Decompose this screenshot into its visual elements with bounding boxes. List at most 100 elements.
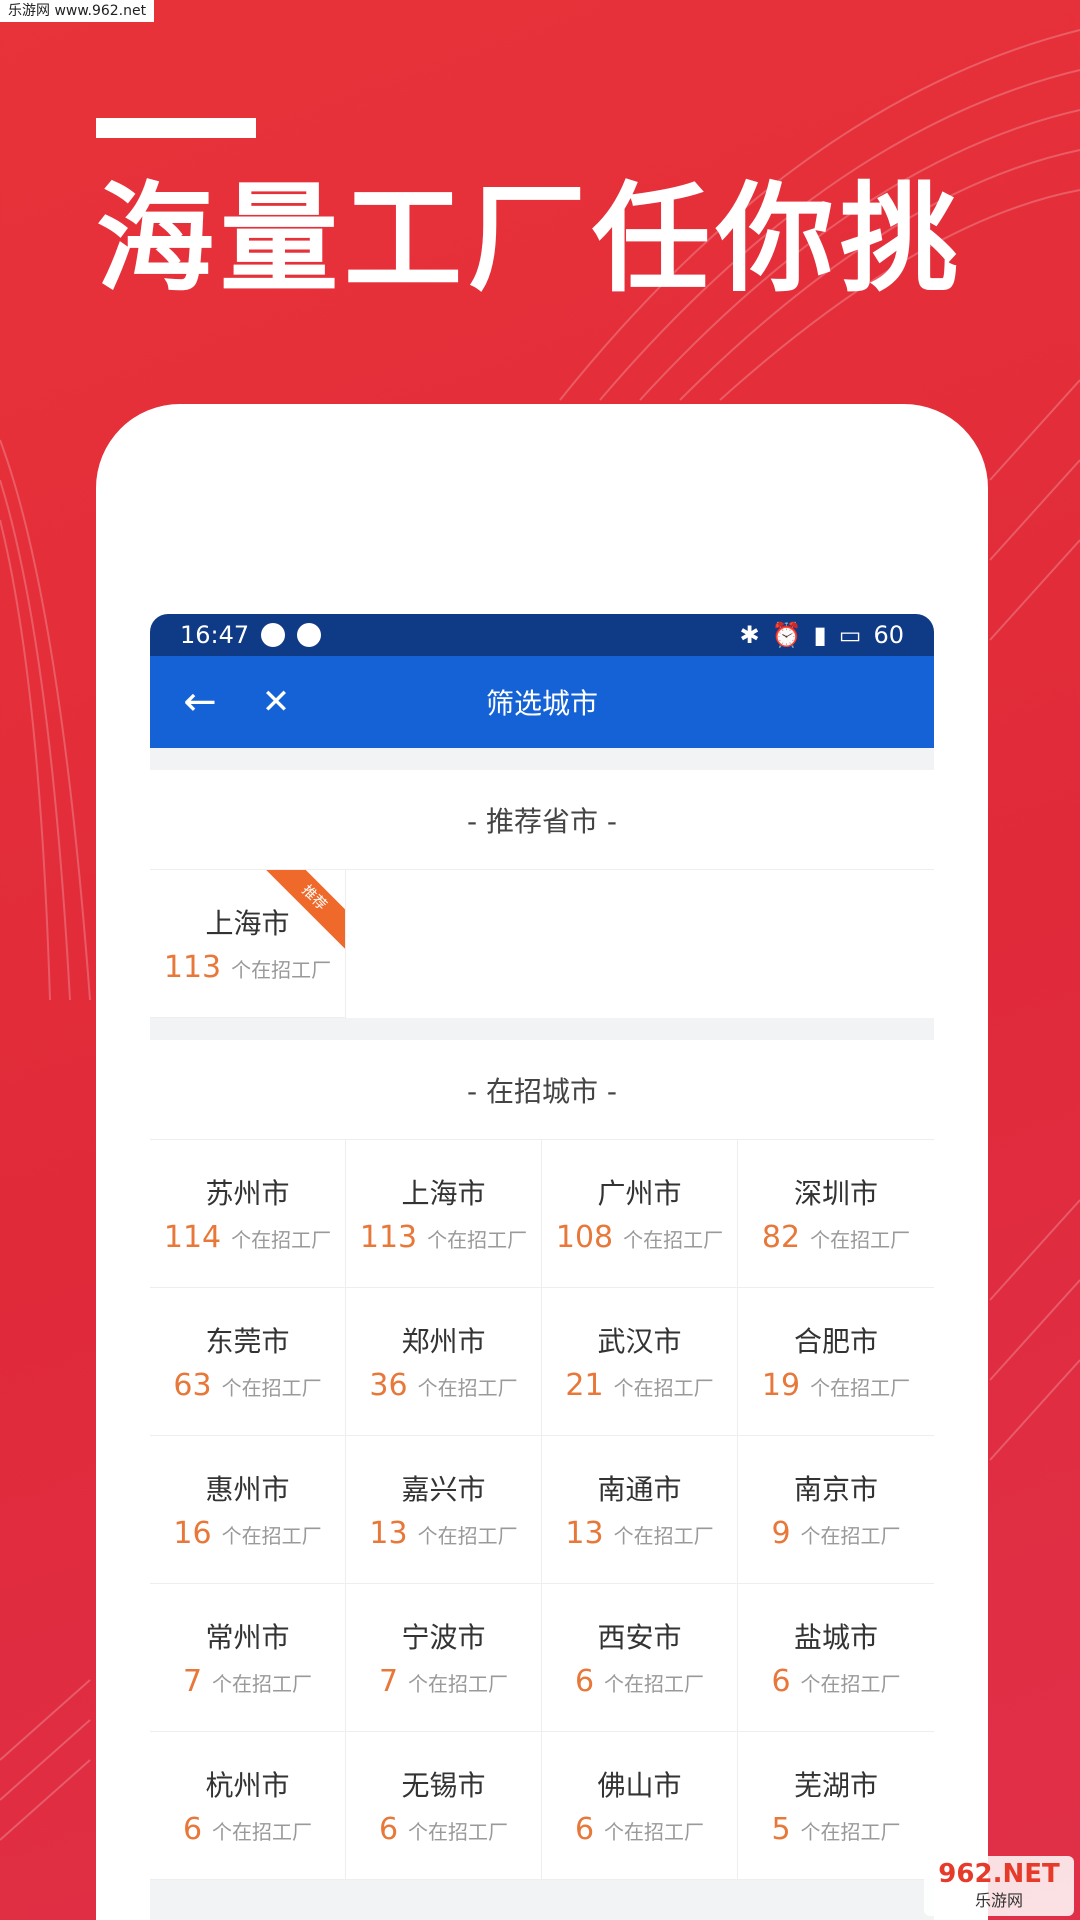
- city-cell[interactable]: 苏州市 114 个在招工厂: [150, 1140, 346, 1288]
- city-name: 南京市: [793, 1473, 878, 1506]
- city-cell[interactable]: 西安市 6 个在招工厂: [542, 1584, 738, 1732]
- bluetooth-icon: ✱: [739, 621, 760, 649]
- city-cell[interactable]: 南通市 13 个在招工厂: [542, 1436, 738, 1584]
- city-cell[interactable]: 东莞市 63 个在招工厂: [150, 1288, 346, 1436]
- factory-count-label: 个在招工厂: [613, 1524, 714, 1548]
- city-name: 武汉市: [597, 1325, 682, 1358]
- factory-count-label: 个在招工厂: [427, 1228, 528, 1252]
- factory-count: 9: [771, 1516, 791, 1551]
- factory-count: 7: [182, 1664, 203, 1699]
- city-name: 广州市: [597, 1177, 682, 1210]
- factory-count-label: 个在招工厂: [221, 1524, 322, 1548]
- factory-count-label: 个在招工厂: [810, 1376, 911, 1400]
- watermark-brand: 962.NET: [938, 1859, 1060, 1889]
- factory-count: 113: [163, 950, 222, 985]
- factory-count: 13: [565, 1516, 604, 1551]
- battery-level: 60: [873, 621, 904, 649]
- city-cell[interactable]: 常州市 7 个在招工厂: [150, 1584, 346, 1732]
- city-cell[interactable]: 合肥市 19 个在招工厂: [738, 1288, 934, 1436]
- status-time: 16:47: [180, 621, 250, 649]
- factory-count-label: 个在招工厂: [221, 1376, 322, 1400]
- factory-count-label: 个在招工厂: [417, 1524, 518, 1548]
- recommended-section: - 推荐省市 - 推荐 上海市 113 个在招工厂: [150, 770, 934, 1018]
- city-name: 上海市: [205, 907, 290, 940]
- factory-count-label: 个在招工厂: [231, 1228, 332, 1252]
- city-cell[interactable]: 宁波市 7 个在招工厂: [346, 1584, 542, 1732]
- factory-count: 108: [555, 1220, 614, 1255]
- factory-count-label: 个在招工厂: [800, 1820, 901, 1844]
- city-cell[interactable]: 无锡市 6 个在招工厂: [346, 1732, 542, 1880]
- city-name: 南通市: [597, 1473, 682, 1506]
- city-cell[interactable]: 上海市 113 个在招工厂: [346, 1140, 542, 1288]
- watermark-bottom: 962.NET 乐游网: [924, 1856, 1074, 1916]
- factory-count-label: 个在招工厂: [417, 1376, 518, 1400]
- factory-count: 5: [771, 1812, 791, 1847]
- factory-count: 19: [761, 1368, 801, 1403]
- headline: 海量工厂任你挑: [96, 170, 965, 308]
- hiring-grid: 苏州市 114 个在招工厂 上海市 113 个在招工厂 广州市 108 个在招工厂 深圳市 82 个在…: [150, 1140, 934, 1880]
- city-name: 佛山市: [597, 1769, 682, 1802]
- city-name: 杭州市: [205, 1769, 290, 1802]
- city-name: 上海市: [401, 1177, 486, 1210]
- city-name: 深圳市: [793, 1177, 878, 1210]
- app-bar: ← ✕ 筛选城市: [150, 656, 934, 748]
- close-icon[interactable]: ✕: [246, 672, 306, 732]
- factory-count-label: 个在招工厂: [604, 1672, 705, 1696]
- factory-count-label: 个在招工厂: [800, 1672, 901, 1696]
- factory-count-label: 个在招工厂: [408, 1820, 509, 1844]
- status-bar: 16:47 ✱ ⏰ ▮ ▭ 60: [150, 614, 934, 656]
- city-cell[interactable]: 惠州市 16 个在招工厂: [150, 1436, 346, 1584]
- factory-count-label: 个在招工厂: [604, 1820, 705, 1844]
- city-name: 郑州市: [401, 1325, 486, 1358]
- city-name: 西安市: [597, 1621, 682, 1654]
- watermark-top: 乐游网 www.962.net: [0, 0, 155, 22]
- factory-count-label: 个在招工厂: [613, 1376, 714, 1400]
- factory-count-label: 个在招工厂: [212, 1672, 313, 1696]
- city-cell[interactable]: 盐城市 6 个在招工厂: [738, 1584, 934, 1732]
- city-name: 合肥市: [793, 1325, 878, 1358]
- factory-count: 6: [574, 1812, 595, 1847]
- factory-count: 6: [182, 1812, 203, 1847]
- back-arrow-icon[interactable]: ←: [170, 672, 230, 732]
- factory-count: 21: [565, 1368, 604, 1403]
- chat-icon: [261, 623, 286, 647]
- factory-count: 63: [173, 1368, 212, 1403]
- headline-accent-bar: [96, 118, 256, 138]
- city-cell[interactable]: 杭州市 6 个在招工厂: [150, 1732, 346, 1880]
- factory-count: 114: [163, 1220, 222, 1255]
- factory-count-label: 个在招工厂: [800, 1524, 901, 1548]
- city-cell[interactable]: 武汉市 21 个在招工厂: [542, 1288, 738, 1436]
- city-name: 盐城市: [793, 1621, 878, 1654]
- battery-icon: ▭: [838, 621, 862, 649]
- city-name: 东莞市: [205, 1325, 290, 1358]
- city-name: 常州市: [205, 1621, 290, 1654]
- factory-count-label: 个在招工厂: [212, 1820, 313, 1844]
- city-cell[interactable]: 芜湖市 5 个在招工厂: [738, 1732, 934, 1880]
- city-cell[interactable]: 郑州市 36 个在招工厂: [346, 1288, 542, 1436]
- city-cell-shanghai-recommended[interactable]: 推荐 上海市 113 个在招工厂: [150, 870, 346, 1018]
- app-screen: 16:47 ✱ ⏰ ▮ ▭ 60 ← ✕ 筛选城市 - 推荐省市 - 推荐 上海…: [150, 614, 934, 1920]
- factory-count-label: 个在招工厂: [623, 1228, 724, 1252]
- recommended-section-title: - 推荐省市 -: [150, 770, 934, 870]
- city-name: 苏州市: [205, 1177, 290, 1210]
- factory-count-label: 个在招工厂: [231, 958, 332, 982]
- factory-count: 6: [574, 1664, 595, 1699]
- recommended-grid: 推荐 上海市 113 个在招工厂: [150, 870, 934, 1018]
- factory-count: 7: [378, 1664, 399, 1699]
- city-cell[interactable]: 广州市 108 个在招工厂: [542, 1140, 738, 1288]
- factory-count: 6: [378, 1812, 399, 1847]
- alarm-icon: ⏰: [771, 621, 802, 649]
- factory-count: 16: [173, 1516, 212, 1551]
- city-cell[interactable]: 深圳市 82 个在招工厂: [738, 1140, 934, 1288]
- factory-count: 36: [369, 1368, 408, 1403]
- city-cell[interactable]: 南京市 9 个在招工厂: [738, 1436, 934, 1584]
- city-name: 芜湖市: [793, 1769, 878, 1802]
- city-name: 嘉兴市: [401, 1473, 486, 1506]
- city-cell[interactable]: 嘉兴市 13 个在招工厂: [346, 1436, 542, 1584]
- city-cell[interactable]: 佛山市 6 个在招工厂: [542, 1732, 738, 1880]
- factory-count-label: 个在招工厂: [408, 1672, 509, 1696]
- city-name: 惠州市: [205, 1473, 290, 1506]
- factory-count-label: 个在招工厂: [810, 1228, 911, 1252]
- factory-count: 113: [359, 1220, 418, 1255]
- factory-count: 82: [761, 1220, 801, 1255]
